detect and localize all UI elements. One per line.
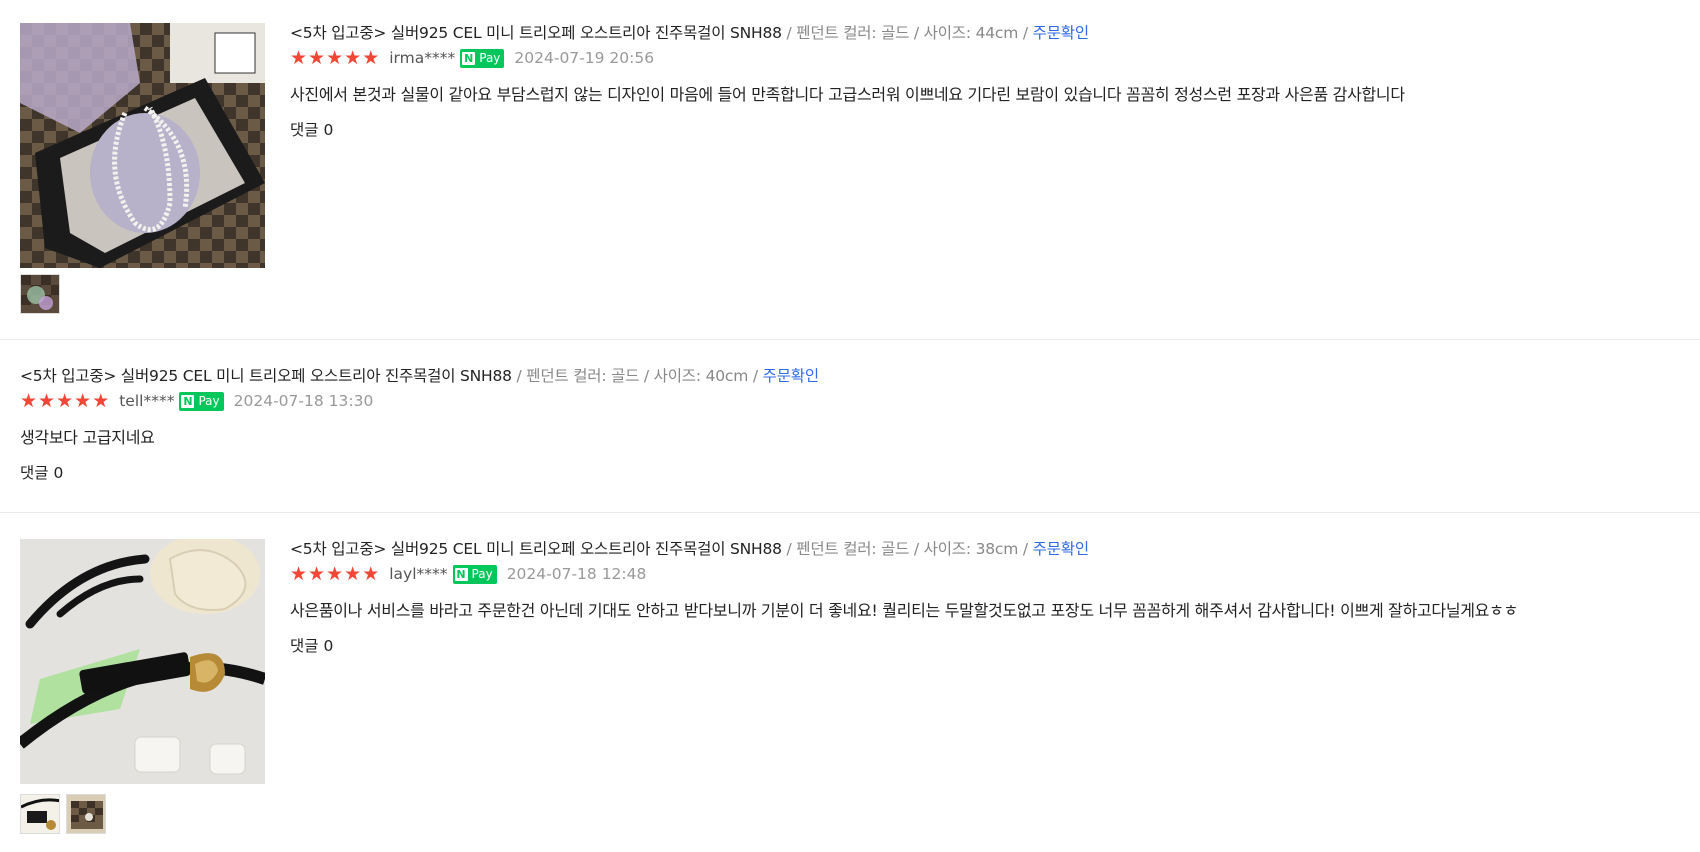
product-name: <5차 입고중> 실버925 CEL 미니 트리오페 오스트리아 진주목걸이 S… [20,367,512,385]
review-content: <5차 입고중> 실버925 CEL 미니 트리오페 오스트리아 진주목걸이 S… [290,22,1680,141]
npay-badge: N Pay [452,564,497,584]
product-info: <5차 입고중> 실버925 CEL 미니 트리오페 오스트리아 진주목걸이 S… [290,22,1680,44]
review-text: 사진에서 본것과 실물이 같아요 부담스럽지 않는 디자인이 마음에 들어 만족… [290,85,1405,104]
npay-label: Pay [471,567,493,581]
star-icon: ★ [38,390,56,412]
review-item: <5차 입고중> 실버925 CEL 미니 트리오페 오스트리아 진주목걸이 S… [0,0,1700,340]
product-options: / 펜던트 컬러: 골드 / 사이즈: 44cm / [781,24,1033,42]
product-info: <5차 입고중> 실버925 CEL 미니 트리오페 오스트리아 진주목걸이 S… [20,365,1680,387]
star-icon: ★ [56,390,74,412]
review-meta: ★ ★ ★ ★ ★ tell**** N Pay 2024-07-18 13:30 [20,390,1680,412]
star-icon: ★ [344,563,362,585]
product-name: <5차 입고중> 실버925 CEL 미니 트리오페 오스트리아 진주목걸이 S… [290,540,782,558]
star-rating: ★ ★ ★ ★ ★ [20,391,109,411]
star-icon: ★ [74,390,92,412]
star-rating: ★ ★ ★ ★ ★ [290,564,379,584]
comments-toggle[interactable]: 댓글 0 [20,462,1680,484]
star-icon: ★ [20,390,38,412]
order-check-link[interactable]: 주문확인 [1033,540,1089,558]
reviewer-id: irma**** [389,49,456,67]
review-photo[interactable] [20,539,265,784]
review-date: 2024-07-19 20:56 [514,49,655,67]
star-rating: ★ ★ ★ ★ ★ [290,48,379,68]
product-info: <5차 입고중> 실버925 CEL 미니 트리오페 오스트리아 진주목걸이 S… [290,538,1680,560]
order-check-link[interactable]: 주문확인 [1033,24,1089,42]
star-icon: ★ [362,47,380,69]
star-icon: ★ [290,563,308,585]
npay-badge: N Pay [179,391,224,411]
npay-n-icon: N [462,51,476,65]
photo-thumbnails [20,274,60,314]
photo-thumbnails [20,794,106,834]
star-icon: ★ [344,47,362,69]
review-item: <5차 입고중> 실버925 CEL 미니 트리오페 오스트리아 진주목걸이 S… [0,340,1700,513]
star-icon: ★ [308,563,326,585]
npay-n-icon: N [181,394,195,408]
order-check-link[interactable]: 주문확인 [763,367,819,385]
review-content: <5차 입고중> 실버925 CEL 미니 트리오페 오스트리아 진주목걸이 S… [20,365,1680,484]
product-name: <5차 입고중> 실버925 CEL 미니 트리오페 오스트리아 진주목걸이 S… [290,24,782,42]
star-icon: ★ [326,47,344,69]
product-options: / 펜던트 컬러: 골드 / 사이즈: 38cm / [781,540,1033,558]
review-meta: ★ ★ ★ ★ ★ layl**** N Pay 2024-07-18 12:48 [290,563,1680,585]
comments-toggle[interactable]: 댓글 0 [290,119,1680,141]
review-text: 생각보다 고급지네요 [20,428,155,447]
star-icon: ★ [362,563,380,585]
photo-thumbnail[interactable] [66,794,106,834]
npay-label: Pay [479,51,501,65]
npay-label: Pay [198,394,220,408]
star-icon: ★ [326,563,344,585]
review-content: <5차 입고중> 실버925 CEL 미니 트리오페 오스트리아 진주목걸이 S… [290,538,1680,657]
star-icon: ★ [92,390,110,412]
review-item: <5차 입고중> 실버925 CEL 미니 트리오페 오스트리아 진주목걸이 S… [0,513,1700,852]
npay-n-icon: N [454,567,468,581]
reviewer-id: tell**** [119,392,175,410]
review-date: 2024-07-18 12:48 [506,565,647,583]
review-text: 사은품이나 서비스를 바라고 주문한건 아닌데 기대도 안하고 받다보니까 기분… [290,601,1518,620]
comments-toggle[interactable]: 댓글 0 [290,635,1680,657]
review-meta: ★ ★ ★ ★ ★ irma**** N Pay 2024-07-19 20:56 [290,47,1680,69]
star-icon: ★ [290,47,308,69]
star-icon: ★ [308,47,326,69]
review-date: 2024-07-18 13:30 [233,392,374,410]
product-options: / 펜던트 컬러: 골드 / 사이즈: 40cm / [511,367,763,385]
review-photo[interactable] [20,23,265,268]
reviewer-id: layl**** [389,565,448,583]
photo-thumbnail[interactable] [20,794,60,834]
npay-badge: N Pay [460,48,505,68]
photo-thumbnail[interactable] [20,274,60,314]
